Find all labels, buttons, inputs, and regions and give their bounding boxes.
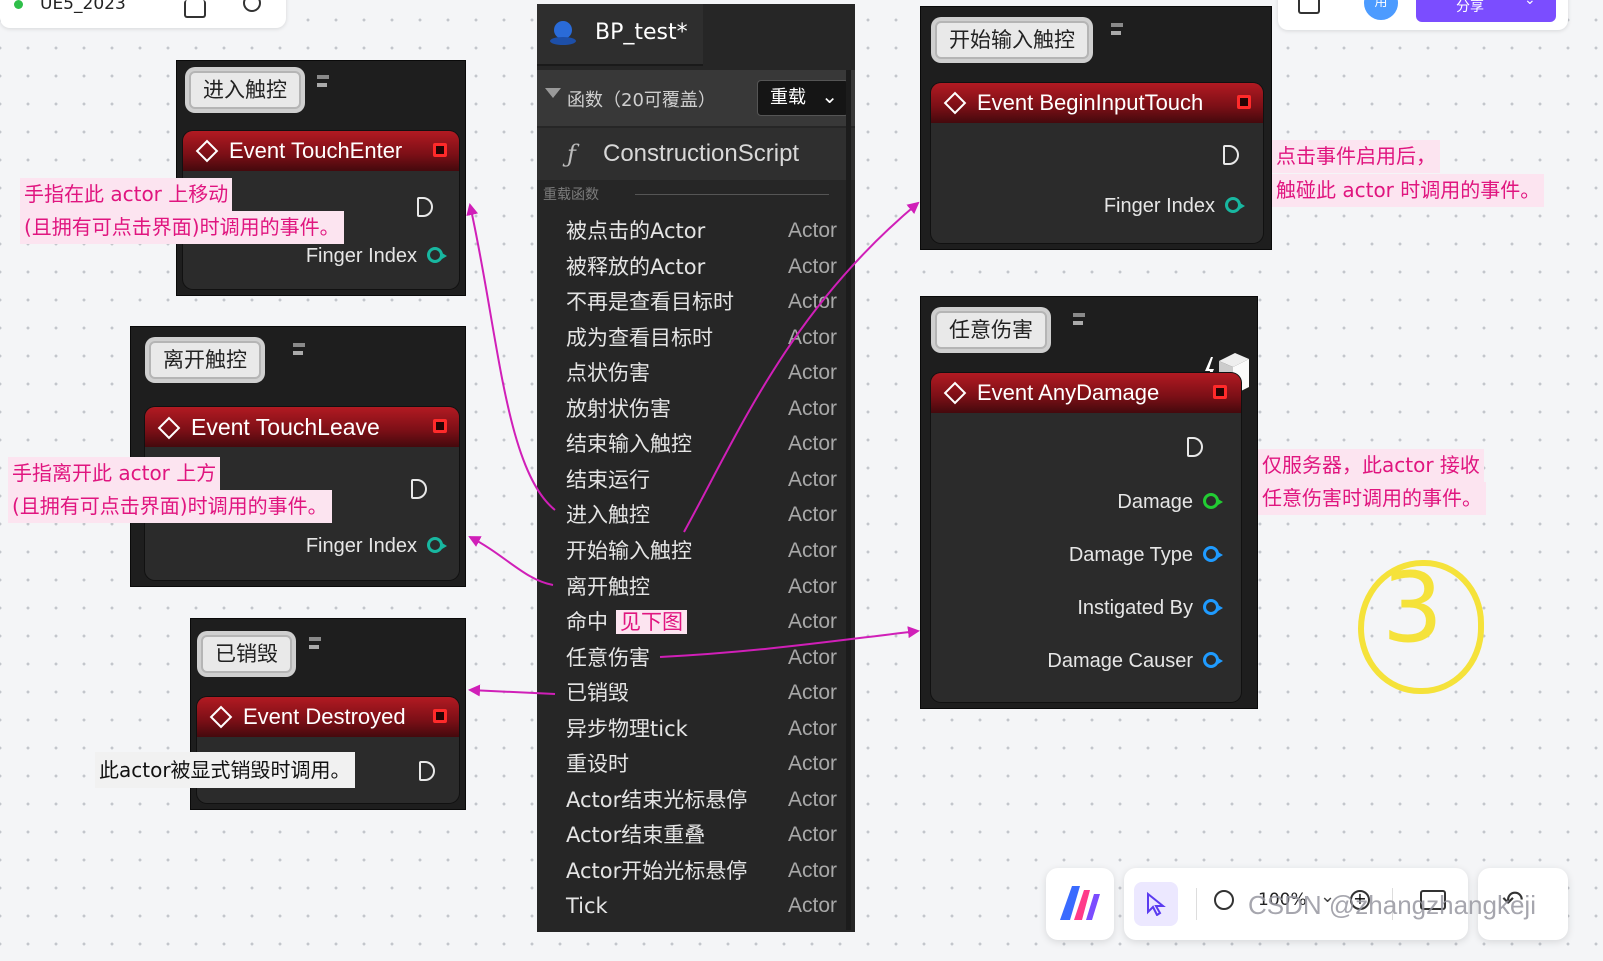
bottom-toolbar-logo (1046, 868, 1114, 940)
zoom-out-icon[interactable] (1214, 890, 1234, 910)
app-logo-icon[interactable] (1060, 886, 1100, 920)
watermark: CSDN @zhangzhangkeji (1248, 890, 1536, 920)
cursor-icon (1147, 892, 1166, 916)
annotation-arrows (466, 201, 920, 697)
arrow-to-touch-enter (466, 203, 556, 511)
select-tool-button[interactable] (1134, 882, 1178, 926)
arrow-to-touch-leave (468, 536, 554, 586)
arrow-to-destroyed (468, 684, 556, 697)
divider (1196, 888, 1197, 920)
arrow-to-begin-input-touch (683, 201, 920, 533)
arrow-to-any-damage (659, 626, 920, 658)
